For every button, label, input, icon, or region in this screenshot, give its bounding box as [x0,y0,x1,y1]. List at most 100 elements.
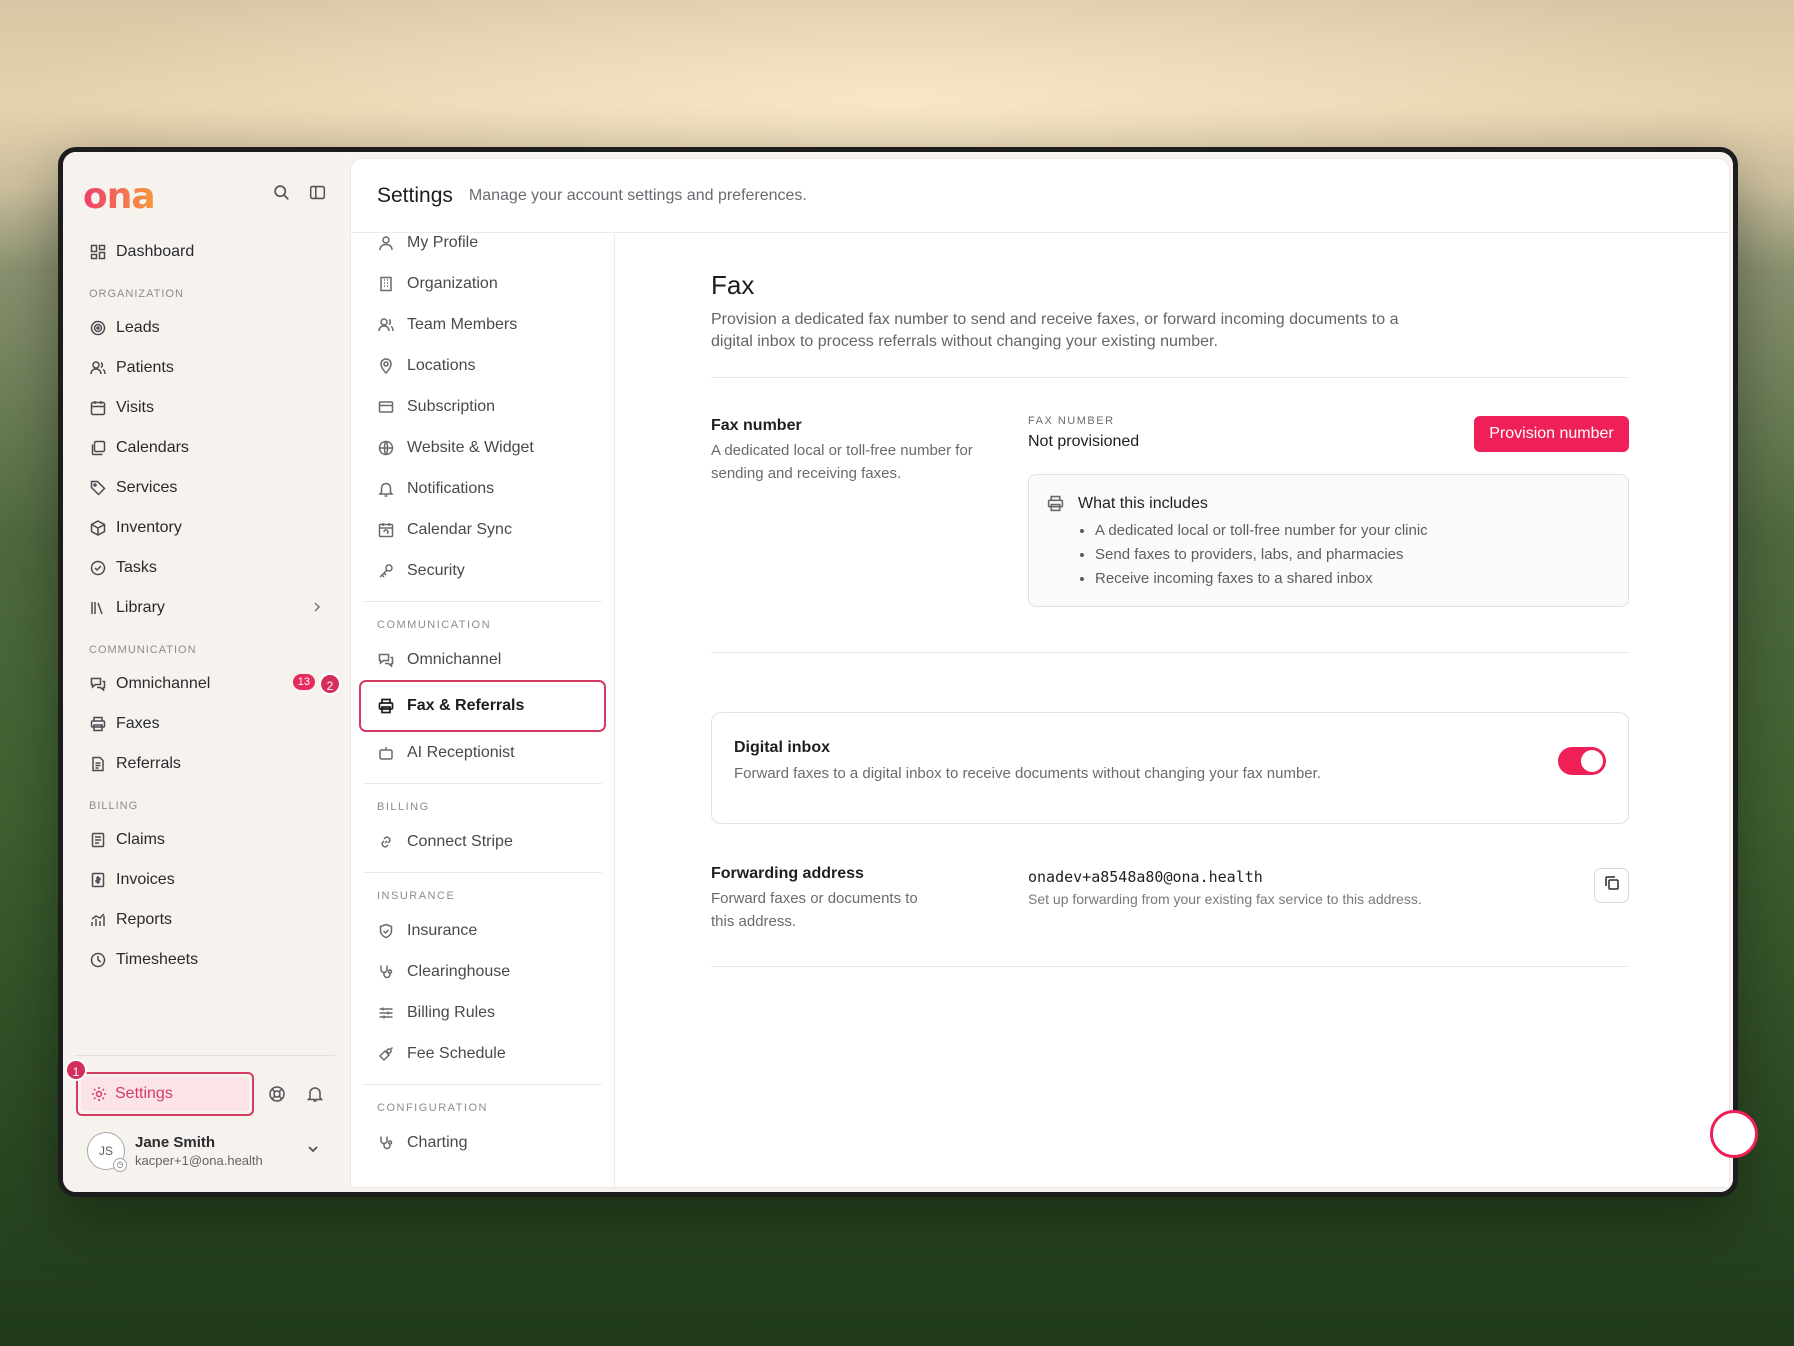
sidebar-item-dashboard[interactable]: Dashboard [79,232,335,272]
sidebar-item-label: Dashboard [116,243,195,260]
box-icon [89,519,107,537]
settings-item-team-members[interactable]: Team Members [351,304,614,345]
copy-button[interactable] [1594,868,1629,903]
settings-item-label: Insurance [407,921,478,939]
settings-item-locations[interactable]: Locations [351,345,614,386]
search-icon[interactable] [271,182,291,202]
settings-item-website-widget[interactable]: Website & Widget [351,427,614,468]
sidebar-toggle-icon[interactable] [307,182,327,202]
list-item: Send faxes to providers, labs, and pharm… [1095,543,1428,567]
settings-item-fax-referrals[interactable]: Fax & Referrals [359,680,606,732]
sidebar-item-faxes[interactable]: Faxes [79,704,335,744]
settings-item-fee-schedule[interactable]: Fee Schedule [351,1033,614,1074]
fax-number-description: A dedicated local or toll-free number fo… [711,442,973,482]
includes-title: What this includes [1078,495,1208,512]
sidebar-item-label: Invoices [116,871,175,888]
status-clock-icon: ◷ [113,1158,127,1172]
calendar-icon [89,399,107,417]
sidebar-item-visits[interactable]: Visits [79,388,335,428]
digital-inbox-toggle[interactable] [1558,747,1606,775]
sidebar-item-label: Reports [116,911,173,928]
user-icon [377,234,395,252]
settings-item-insurance[interactable]: Insurance [351,910,614,951]
settings-item-connect-stripe[interactable]: Connect Stripe [351,821,614,862]
step-marker-2: 2 [319,673,341,695]
sidebar-item-reports[interactable]: Reports [79,900,335,940]
chat-launcher-button[interactable] [1710,1110,1758,1158]
provision-number-button[interactable]: Provision number [1474,416,1629,452]
sidebar-item-services[interactable]: Services [79,468,335,508]
fax-number-label: Fax number [711,417,802,434]
settings-item-subscription[interactable]: Subscription [351,386,614,427]
settings-item-omnichannel[interactable]: Omnichannel [351,639,614,680]
section-communication: COMMUNICATION [89,644,197,656]
main-nav: Dashboard ORGANIZATION Leads Patients Vi… [79,232,341,980]
printer-icon [89,715,107,733]
settings-item-ai-receptionist[interactable]: AI Receptionist [351,732,614,773]
forwarding-address-description: Forward faxes or documents to this addre… [711,890,918,930]
section-communication: COMMUNICATION [363,601,602,639]
calendars-icon [89,439,107,457]
settings-label: Settings [115,1085,173,1102]
settings-button[interactable]: Settings [76,1072,254,1116]
sidebar-item-timesheets[interactable]: Timesheets [79,940,335,980]
sidebar-item-label: Library [116,599,165,616]
settings-item-label: Security [407,561,465,579]
fax-number-value: Not provisioned [1028,433,1140,450]
settings-item-notifications[interactable]: Notifications [351,468,614,509]
tag-icon [89,479,107,497]
sidebar-item-invoices[interactable]: Invoices [79,860,335,900]
library-icon [89,599,107,617]
chart-icon [89,911,107,929]
sidebar-item-patients[interactable]: Patients [79,348,335,388]
fax-number-caption: FAX NUMBER [1028,415,1115,427]
sidebar-item-label: Visits [116,399,154,416]
globe-icon [377,439,395,457]
chevron-down-icon[interactable] [306,1142,320,1161]
settings-item-charting[interactable]: Charting [351,1122,614,1163]
sidebar-item-label: Services [116,479,178,496]
settings-item-label: Fax & Referrals [407,697,525,714]
sidebar-item-tasks[interactable]: Tasks [79,548,335,588]
sidebar-item-label: Timesheets [116,951,199,968]
link-icon [377,833,395,851]
invoice-icon [89,871,107,889]
sidebar-item-label: Patients [116,359,174,376]
team-icon [377,316,395,334]
app-window: ona Dashboard ORGANIZATION Leads Patient… [58,147,1738,1197]
sidebar-item-library[interactable]: Library [79,588,335,628]
forwarding-hint: Set up forwarding from your existing fax… [1028,891,1422,907]
copy-icon [1604,875,1620,896]
sidebar-item-inventory[interactable]: Inventory [79,508,335,548]
settings-item-my-profile[interactable]: My Profile [351,234,614,263]
user-profile[interactable]: JS ◷ Jane Smith kacper+1@ona.health [87,1132,263,1172]
divider [75,1055,335,1056]
settings-item-billing-rules[interactable]: Billing Rules [351,992,614,1033]
page-title: Settings [377,183,453,207]
settings-item-security[interactable]: Security [351,550,614,591]
sliders-icon [377,1004,395,1022]
settings-item-label: Website & Widget [407,438,534,456]
settings-item-label: AI Receptionist [407,743,515,761]
sidebar-item-leads[interactable]: Leads [79,308,335,348]
section-billing: BILLING [363,783,602,821]
settings-item-label: Notifications [407,479,495,497]
users-icon [89,359,107,377]
sidebar-item-referrals[interactable]: Referrals [79,744,335,784]
settings-item-label: Billing Rules [407,1003,496,1021]
sidebar-item-label: Omnichannel [116,675,211,692]
shield-icon [377,922,395,940]
settings-item-calendar-sync[interactable]: Calendar Sync [351,509,614,550]
bell-icon[interactable] [305,1084,325,1104]
settings-item-label: Fee Schedule [407,1044,506,1062]
settings-item-organization[interactable]: Organization [351,263,614,304]
digital-inbox-description: Forward faxes to a digital inbox to rece… [734,765,1321,782]
sidebar-item-omnichannel[interactable]: Omnichannel 13 2 [79,664,341,704]
section-insurance: INSURANCE [363,872,602,910]
help-lifebuoy-icon[interactable] [267,1084,287,1104]
sidebar: ona Dashboard ORGANIZATION Leads Patient… [63,152,345,1192]
sidebar-item-claims[interactable]: Claims [79,820,335,860]
settings-item-clearinghouse[interactable]: Clearinghouse [351,951,614,992]
sidebar-item-calendars[interactable]: Calendars [79,428,335,468]
includes-panel: What this includes A dedicated local or … [1028,474,1629,607]
